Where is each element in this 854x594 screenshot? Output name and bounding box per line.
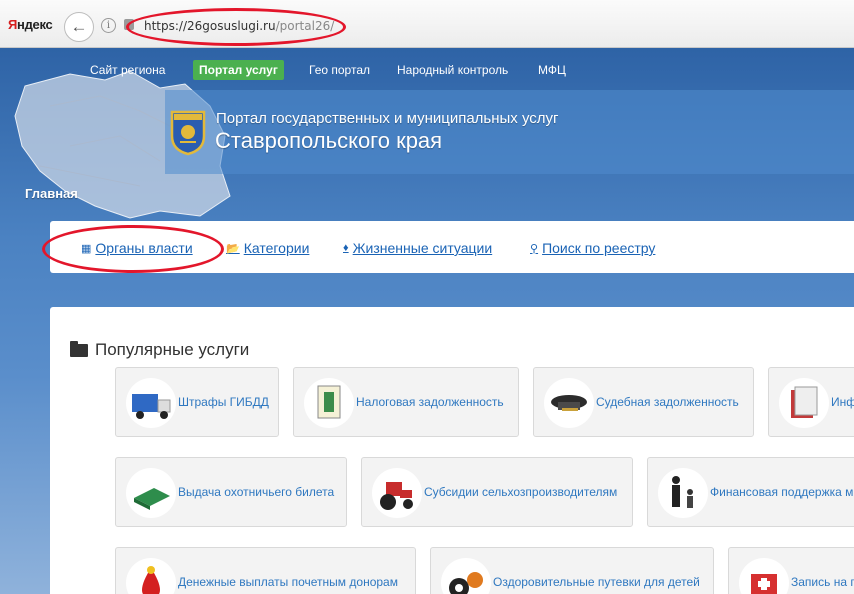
breadcrumb[interactable]: Главная: [25, 186, 78, 201]
service-card-child-vouchers[interactable]: Оздоровительные путевки для детей: [430, 547, 714, 594]
service-card-hunting-ticket[interactable]: Выдача охотничьего билета: [115, 457, 347, 527]
tractor-icon: [372, 468, 422, 518]
service-card-agri-subsidies[interactable]: Субсидии сельхозпроизводителям: [361, 457, 633, 527]
people-icon: [658, 468, 708, 518]
blood-drop-icon: [126, 558, 176, 594]
url-highlight-ellipse: [126, 8, 346, 46]
popular-services-title: Популярные услуги: [70, 340, 249, 360]
arrow-left-icon: ←: [70, 17, 88, 36]
papers-icon: [779, 378, 829, 428]
folder-open-icon: 📂: [226, 242, 240, 255]
book-icon: [126, 468, 176, 518]
yandex-logo[interactable]: Яндекс: [8, 17, 53, 32]
portal-title: Портал государственных и муниципальных у…: [216, 110, 559, 127]
service-card-court-debt[interactable]: Судебная задолженность: [533, 367, 754, 437]
portal-region: Ставропольского края: [215, 128, 443, 153]
tab-categories[interactable]: 📂 Категории: [226, 240, 309, 256]
nav-region-site[interactable]: Сайт региона: [90, 63, 165, 77]
coat-of-arms-icon[interactable]: [168, 108, 208, 156]
nav-services-portal[interactable]: Портал услуг: [193, 60, 284, 80]
tab-registry-search[interactable]: ⚲ Поиск по реестру: [530, 240, 655, 256]
search-icon: ⚲: [530, 242, 539, 255]
medical-icon: [739, 558, 789, 594]
tab-highlight-ellipse: [42, 225, 224, 273]
service-card-info[interactable]: Инф: [768, 367, 854, 437]
service-card-tax-debt[interactable]: Налоговая задолженность: [293, 367, 519, 437]
top-navigation: Сайт региона Портал услуг Гео портал Нар…: [0, 60, 854, 82]
service-card-financial-support[interactable]: Финансовая поддержка м: [647, 457, 854, 527]
service-card-appointment[interactable]: Запись на п: [728, 547, 854, 594]
truck-icon: [126, 378, 176, 428]
balls-icon: [441, 558, 491, 594]
service-card-traffic-fines[interactable]: Штрафы ГИБДД: [115, 367, 279, 437]
browser-toolbar: Яндекс ← i https://26gosuslugi.ru/portal…: [0, 0, 854, 48]
cap-icon: [544, 378, 594, 428]
nav-geo-portal[interactable]: Гео портал: [309, 63, 370, 77]
folder-open-icon: [70, 340, 88, 357]
back-button[interactable]: ←: [64, 12, 94, 42]
drop-icon: ♦: [343, 242, 349, 254]
nav-mfc[interactable]: МФЦ: [538, 63, 566, 77]
service-card-donor-payments[interactable]: Денежные выплаты почетным донорам: [115, 547, 416, 594]
document-icon: [304, 378, 354, 428]
tab-life-situations[interactable]: ♦ Жизненные ситуации: [343, 240, 492, 256]
info-icon[interactable]: i: [101, 18, 116, 33]
nav-public-control[interactable]: Народный контроль: [397, 63, 508, 77]
